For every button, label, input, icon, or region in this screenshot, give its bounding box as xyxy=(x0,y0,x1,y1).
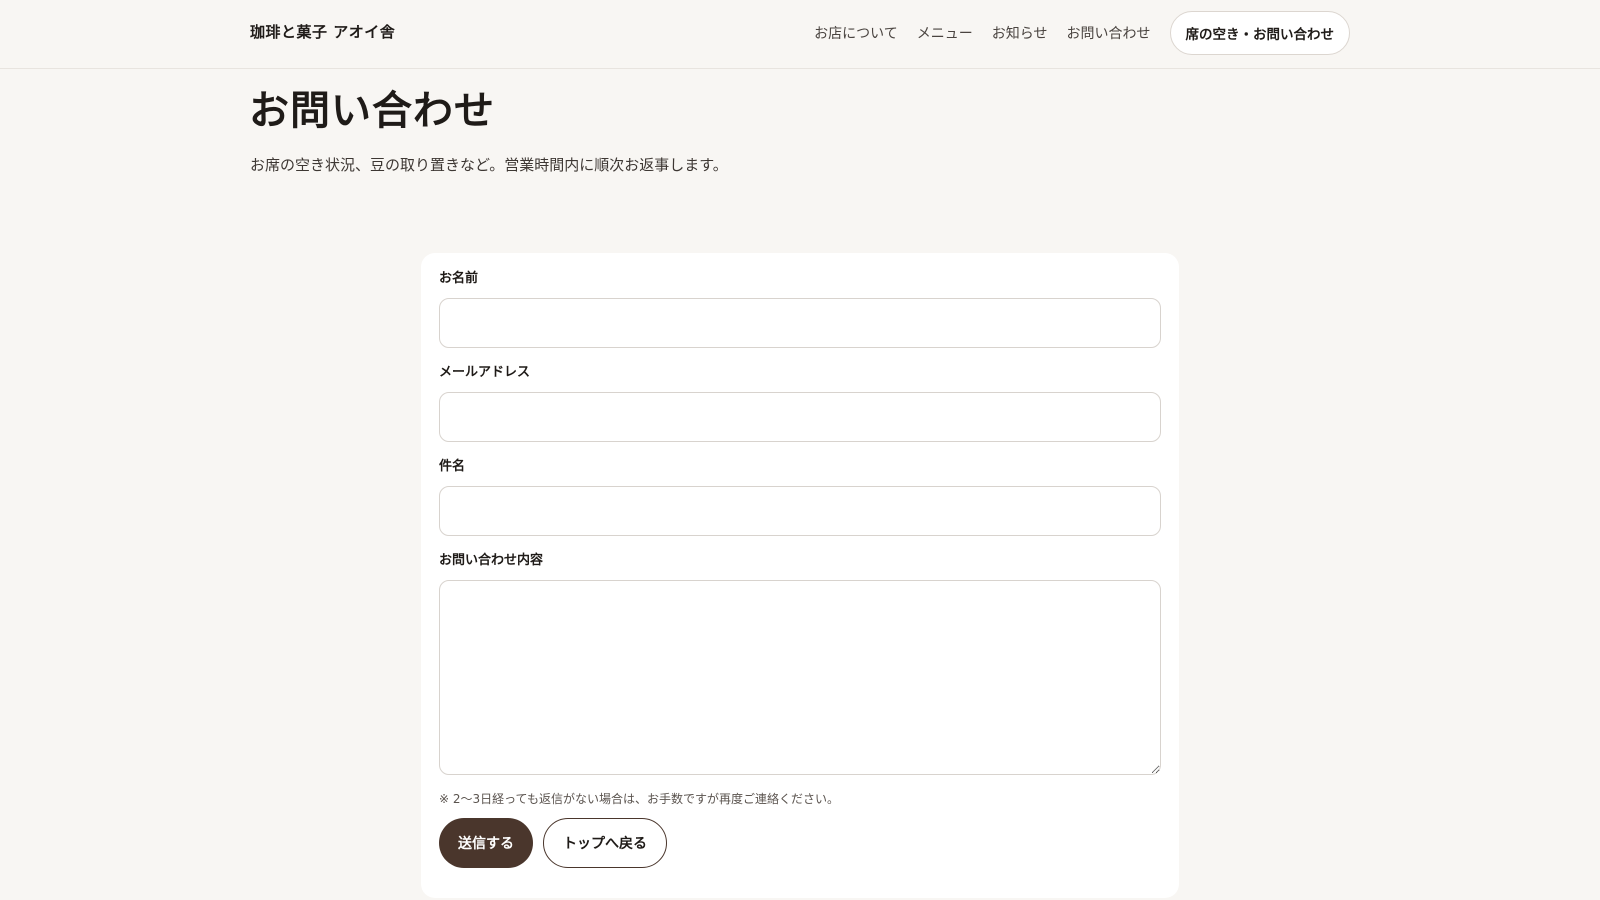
contact-form: お名前 メールアドレス 件名 お問い合わせ内容 ※ 2〜3日経っても返信がない場… xyxy=(421,253,1179,898)
message-label: お問い合わせ内容 xyxy=(439,553,544,568)
site-brand[interactable]: 珈琲と菓子 アオイ舎 xyxy=(250,21,395,42)
form-note: ※ 2〜3日経っても返信がない場合は、お手数ですが再度ご連絡ください。 xyxy=(439,792,839,806)
form-actions: 送信する トップへ戻る xyxy=(439,818,1161,868)
nav-cta-button[interactable]: 席の空き・お問い合わせ xyxy=(1169,11,1350,55)
page-lead: お席の空き状況、豆の取り置きなど。営業時間内に順次お返事します。 xyxy=(250,156,728,174)
name-label: お名前 xyxy=(439,271,479,286)
page-title: お問い合わせ xyxy=(249,88,495,134)
email-label: メールアドレス xyxy=(439,365,531,380)
nav-link-about[interactable]: お店について xyxy=(814,23,898,43)
nav-link-menu[interactable]: メニュー xyxy=(917,23,973,43)
subject-input[interactable] xyxy=(439,486,1161,536)
site-header: 珈琲と菓子 アオイ舎 お店について メニュー お知らせ お問い合わせ 席の空き・… xyxy=(0,0,1600,69)
main-nav: お店について メニュー お知らせ お問い合わせ 席の空き・お問い合わせ xyxy=(814,10,1350,56)
nav-link-news[interactable]: お知らせ xyxy=(992,23,1048,43)
message-textarea[interactable] xyxy=(439,580,1161,775)
email-input[interactable] xyxy=(439,392,1161,442)
submit-button[interactable]: 送信する xyxy=(439,818,533,868)
name-input[interactable] xyxy=(439,298,1161,348)
back-to-top-button[interactable]: トップへ戻る xyxy=(543,818,667,868)
nav-link-contact[interactable]: お問い合わせ xyxy=(1067,23,1151,43)
subject-label: 件名 xyxy=(439,459,466,474)
